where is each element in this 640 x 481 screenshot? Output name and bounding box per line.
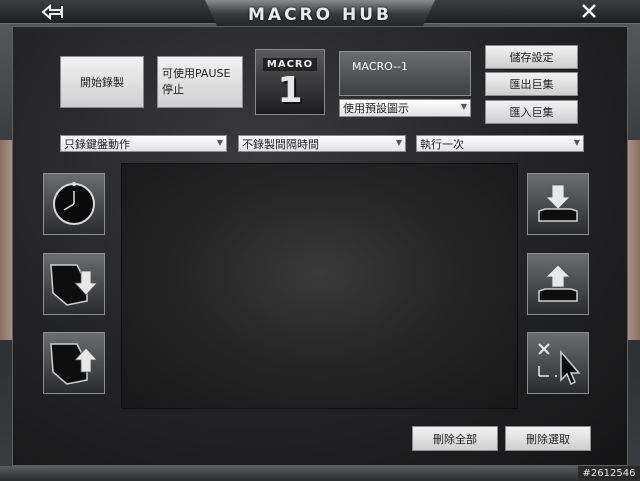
key-up-button[interactable] <box>527 253 589 315</box>
repeat-mode-select[interactable]: 執行一次 ▼ <box>416 135 584 152</box>
macro-name-field[interactable]: MACRO--1 <box>339 51 471 96</box>
export-macro-button[interactable]: 匯出巨集 <box>485 72 578 96</box>
select-tool-button[interactable] <box>527 332 589 394</box>
chevron-down-icon: ▼ <box>460 102 467 111</box>
mouse-up-icon <box>50 343 98 385</box>
bottom-frame <box>0 466 640 481</box>
save-settings-button[interactable]: 儲存設定 <box>485 45 578 69</box>
left-frame-accent <box>0 140 12 340</box>
mouse-up-button[interactable] <box>43 332 105 394</box>
record-mode-value: 只錄鍵盤動作 <box>64 137 130 151</box>
key-down-button[interactable] <box>527 173 589 235</box>
clock-icon <box>53 182 95 225</box>
app-window: MACRO HUB 開始錄製 可使用PAUSE停止 MACRO 1 MACRO-… <box>0 0 640 481</box>
delete-all-button[interactable]: 刪除全部 <box>412 426 498 451</box>
key-down-icon <box>538 184 578 222</box>
macro-badge: MACRO 1 <box>255 49 325 115</box>
select-cursor-icon <box>538 343 581 386</box>
start-record-button[interactable]: 開始錄製 <box>60 56 144 108</box>
close-icon <box>582 4 596 18</box>
repeat-mode-value: 執行一次 <box>420 137 464 151</box>
pause-stop-button[interactable]: 可使用PAUSE停止 <box>157 56 243 108</box>
key-up-icon <box>538 264 578 302</box>
app-title: MACRO HUB <box>248 5 392 25</box>
macro-script-area[interactable] <box>121 163 518 409</box>
chevron-down-icon: ▼ <box>216 138 223 147</box>
record-mode-select[interactable]: 只錄鍵盤動作 ▼ <box>60 135 227 152</box>
import-macro-button[interactable]: 匯入巨集 <box>485 100 578 124</box>
insert-delay-button[interactable] <box>43 173 105 235</box>
delete-selected-button[interactable]: 刪除選取 <box>505 426 591 451</box>
back-button[interactable] <box>38 2 68 22</box>
mouse-down-button[interactable] <box>43 253 105 315</box>
chevron-down-icon: ▼ <box>573 138 580 147</box>
watermark-id: #2612546 <box>578 466 640 481</box>
icon-select[interactable]: 使用預設圖示 ▼ <box>339 99 471 117</box>
delay-mode-value: 不錄製間隔時間 <box>242 137 319 151</box>
close-button[interactable] <box>578 1 600 21</box>
right-frame-accent <box>628 140 640 340</box>
icon-select-value: 使用預設圖示 <box>343 102 409 115</box>
back-arrow-icon <box>41 4 63 20</box>
macro-badge-number: 1 <box>277 70 303 111</box>
mouse-down-icon <box>50 264 98 306</box>
chevron-down-icon: ▼ <box>395 138 402 147</box>
delay-mode-select[interactable]: 不錄製間隔時間 ▼ <box>238 135 406 152</box>
